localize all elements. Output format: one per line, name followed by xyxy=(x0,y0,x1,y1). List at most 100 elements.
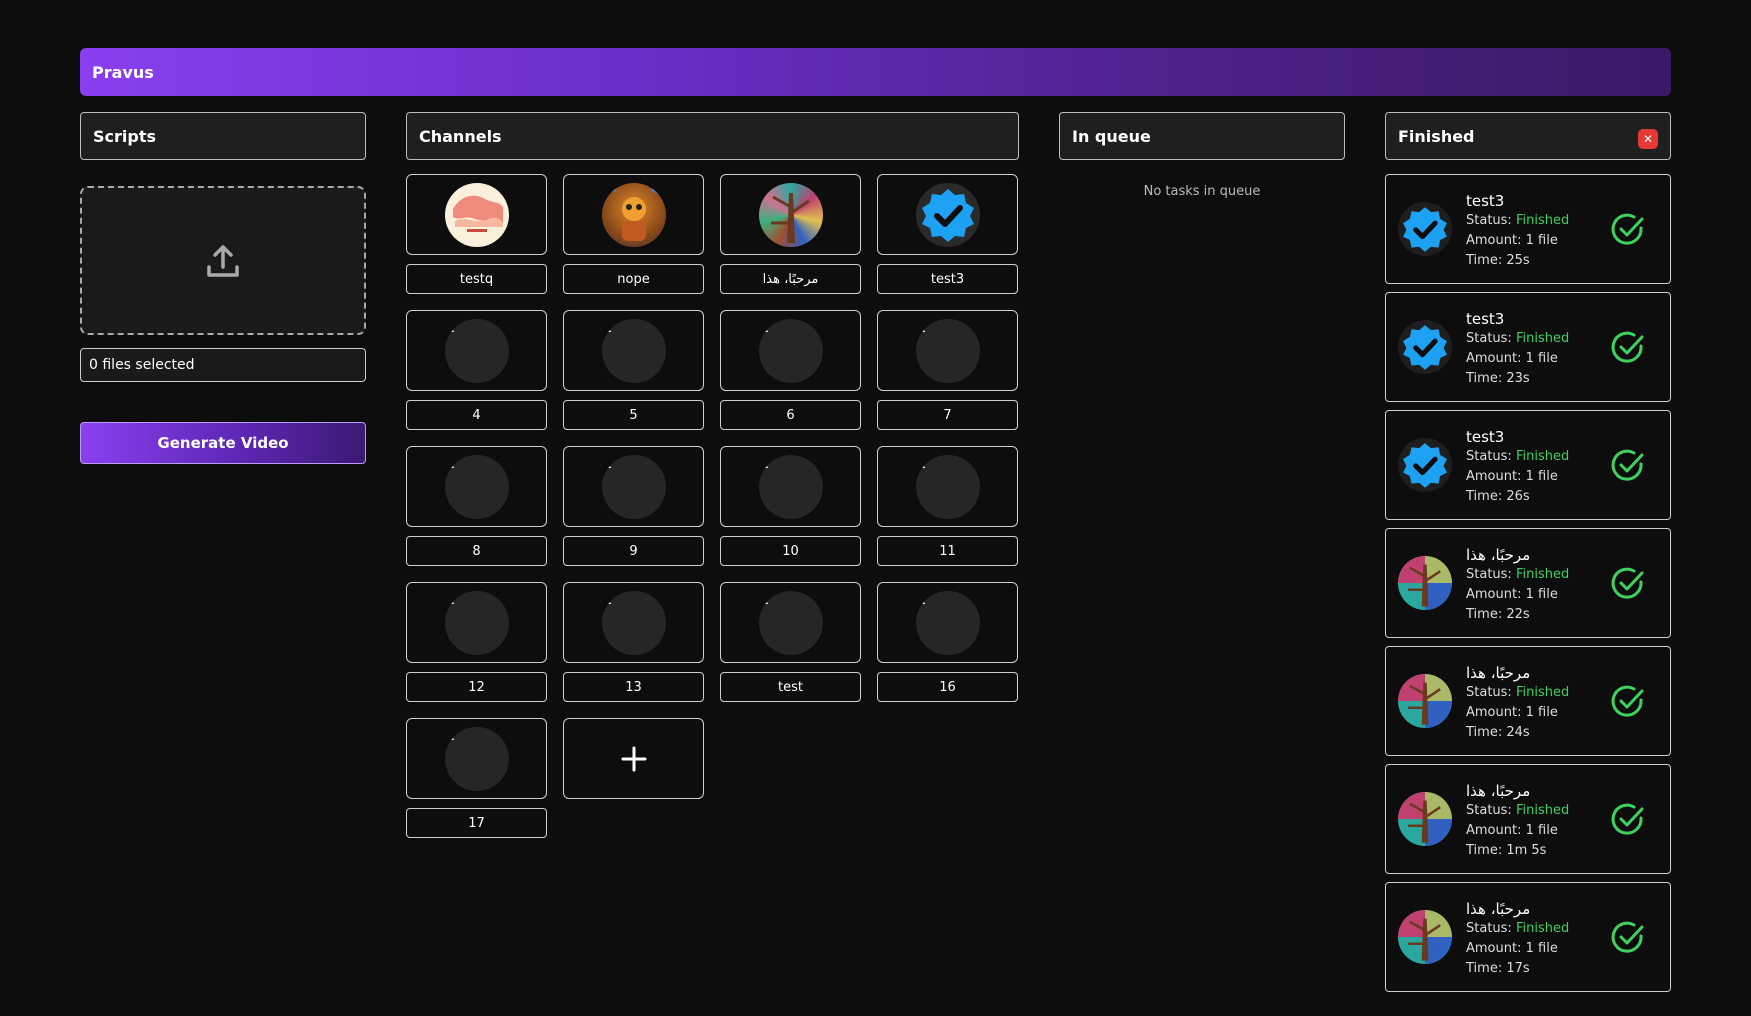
finished-task-card[interactable]: مرحبًا، هذا Status: Finished Amount: 1 fil… xyxy=(1385,882,1671,992)
finished-title: Finished xyxy=(1398,126,1475,146)
status-label: Status: xyxy=(1466,921,1512,936)
app-header: Pravus xyxy=(80,48,1671,96)
broken-image-icon: ⛰ xyxy=(601,592,612,607)
task-status-row: Status: Finished xyxy=(1466,447,1569,467)
channel-avatar-tile[interactable]: ⛰ xyxy=(877,582,1018,663)
channel-card[interactable]: ⛰ 16 xyxy=(877,582,1018,718)
task-time: 26s xyxy=(1506,489,1530,504)
task-status: Finished xyxy=(1515,921,1570,936)
task-amount: 1 file xyxy=(1525,587,1558,602)
channel-avatar-tile[interactable]: ⛰ xyxy=(720,446,861,527)
broken-image-avatar: ⛰ xyxy=(758,590,823,655)
task-title: مرحبًا، هذا xyxy=(1466,900,1531,918)
channel-name: 8 xyxy=(406,536,547,566)
task-time-row: Time: 24s xyxy=(1466,723,1569,743)
channel-name: 7 xyxy=(877,400,1018,430)
finished-task-card[interactable]: test3 Status: Finished Amount: 1 file Time:… xyxy=(1385,292,1671,402)
channel-card[interactable]: ⛰ 7 xyxy=(877,310,1018,446)
channel-grid: testq nope مرحبًا، هذا test3 ⛰ 4 ⛰ 5 ⛰ 6… xyxy=(406,174,1019,854)
plus-icon xyxy=(621,746,646,771)
broken-image-avatar: ⛰ xyxy=(915,590,980,655)
channel-name: nope xyxy=(563,264,704,294)
time-label: Time: xyxy=(1466,607,1503,622)
channel-avatar-tile[interactable]: ⛰ xyxy=(563,582,704,663)
finished-header: Finished ✕ xyxy=(1385,112,1671,160)
channel-card[interactable]: مرحبًا، هذا xyxy=(720,174,861,310)
collage-image-avatar xyxy=(1398,792,1452,846)
task-time: 25s xyxy=(1506,253,1530,268)
channel-avatar-tile[interactable] xyxy=(877,174,1018,255)
channel-card[interactable]: ⛰ 9 xyxy=(563,446,704,582)
time-label: Time: xyxy=(1466,489,1503,504)
task-status-row: Status: Finished xyxy=(1466,801,1569,821)
channel-avatar-tile[interactable]: ⛰ xyxy=(720,582,861,663)
add-channel-button[interactable] xyxy=(563,718,704,799)
status-label: Status: xyxy=(1466,449,1512,464)
channel-name: test xyxy=(720,672,861,702)
task-amount: 1 file xyxy=(1525,469,1558,484)
channel-card[interactable]: ⛰ 12 xyxy=(406,582,547,718)
channel-card[interactable]: ⛰ 13 xyxy=(563,582,704,718)
finished-task-card[interactable]: مرحبًا، هذا Status: Finished Amount: 1 fil… xyxy=(1385,764,1671,874)
finished-task-card[interactable]: test3 Status: Finished Amount: 1 file Time:… xyxy=(1385,410,1671,520)
scripts-header: Scripts xyxy=(80,112,366,160)
files-selected-field[interactable]: 0 files selected xyxy=(80,348,366,382)
verified-badge-avatar xyxy=(1398,320,1452,374)
channel-card[interactable]: ⛰ 4 xyxy=(406,310,547,446)
clear-finished-button[interactable]: ✕ xyxy=(1638,129,1658,149)
app-title: Pravus xyxy=(92,62,154,82)
channel-name: 6 xyxy=(720,400,861,430)
channel-avatar-tile[interactable]: ⛰ xyxy=(406,310,547,391)
check-circle-icon xyxy=(1611,685,1644,717)
channel-avatar-tile[interactable] xyxy=(563,174,704,255)
amount-label: Amount: xyxy=(1466,823,1522,838)
task-time: 1m 5s xyxy=(1506,843,1547,858)
broken-image-avatar: ⛰ xyxy=(601,590,666,655)
file-upload-dropzone[interactable] xyxy=(80,186,366,335)
broken-image-icon: ⛰ xyxy=(601,320,612,335)
channel-card[interactable]: ⛰ 8 xyxy=(406,446,547,582)
time-label: Time: xyxy=(1466,843,1503,858)
channel-card[interactable]: ⛰ 11 xyxy=(877,446,1018,582)
channel-card[interactable]: ⛰ 6 xyxy=(720,310,861,446)
channel-card[interactable]: nope xyxy=(563,174,704,310)
channel-avatar-tile[interactable]: ⛰ xyxy=(877,446,1018,527)
task-amount: 1 file xyxy=(1525,351,1558,366)
task-info: مرحبًا، هذا Status: Finished Amount: 1 fil… xyxy=(1466,663,1569,743)
channel-avatar-tile[interactable]: ⛰ xyxy=(406,582,547,663)
broken-image-avatar: ⛰ xyxy=(444,726,509,791)
channel-avatar-tile[interactable]: ⛰ xyxy=(406,446,547,527)
check-circle-icon xyxy=(1611,803,1644,835)
add-channel-card[interactable] xyxy=(563,718,704,854)
broken-image-icon: ⛰ xyxy=(915,456,926,471)
levant-image-avatar xyxy=(444,182,509,247)
channel-avatar-tile[interactable]: ⛰ xyxy=(563,446,704,527)
generate-video-button[interactable]: Generate Video xyxy=(80,422,366,464)
channel-name: 4 xyxy=(406,400,547,430)
channel-avatar-tile[interactable]: ⛰ xyxy=(720,310,861,391)
channels-title: Channels xyxy=(419,126,502,146)
amount-label: Amount: xyxy=(1466,233,1522,248)
task-amount-row: Amount: 1 file xyxy=(1466,821,1569,841)
channel-name: 16 xyxy=(877,672,1018,702)
channel-avatar-tile[interactable] xyxy=(720,174,861,255)
channel-avatar-tile[interactable]: ⛰ xyxy=(877,310,1018,391)
channel-avatar-tile[interactable]: ⛰ xyxy=(406,718,547,799)
channel-avatar-tile[interactable] xyxy=(406,174,547,255)
channel-card[interactable]: test3 xyxy=(877,174,1018,310)
task-status: Finished xyxy=(1515,685,1570,700)
finished-task-card[interactable]: test3 Status: Finished Amount: 1 file Time:… xyxy=(1385,174,1671,284)
channel-avatar-tile[interactable]: ⛰ xyxy=(563,310,704,391)
channel-card[interactable]: ⛰ 17 xyxy=(406,718,547,854)
channel-card[interactable]: ⛰ 10 xyxy=(720,446,861,582)
task-amount-row: Amount: 1 file xyxy=(1466,703,1569,723)
status-label: Status: xyxy=(1466,685,1512,700)
amount-label: Amount: xyxy=(1466,469,1522,484)
collage-image-avatar xyxy=(758,182,823,247)
time-label: Time: xyxy=(1466,371,1503,386)
finished-task-card[interactable]: مرحبًا، هذا Status: Finished Amount: 1 fil… xyxy=(1385,528,1671,638)
finished-task-card[interactable]: مرحبًا، هذا Status: Finished Amount: 1 fil… xyxy=(1385,646,1671,756)
channel-card[interactable]: ⛰ 5 xyxy=(563,310,704,446)
channel-card[interactable]: ⛰ test xyxy=(720,582,861,718)
channel-card[interactable]: testq xyxy=(406,174,547,310)
